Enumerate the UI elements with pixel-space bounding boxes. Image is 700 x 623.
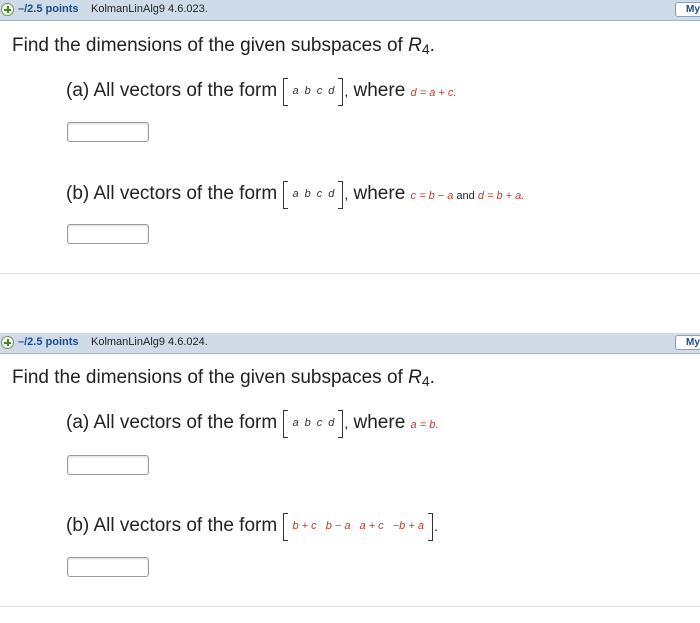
part-a-question: (a) All vectors of the form abcd, where …	[66, 78, 457, 106]
problem-id: KolmanLinAlg9 4.6.024.	[91, 336, 208, 348]
answer-input[interactable]	[67, 224, 149, 244]
answer-input[interactable]	[67, 122, 149, 142]
points-label: –/2.5 points	[18, 3, 79, 15]
part-a-question: (a) All vectors of the form abcd, where …	[66, 410, 439, 438]
my-notes-button[interactable]: My	[675, 335, 700, 350]
row-vector: b + c b − a a + c −b + a	[283, 513, 434, 541]
points-label: –/2.5 points	[18, 336, 79, 348]
row-vector: abcd	[283, 78, 344, 106]
problem-header-bar: –/2.5 points KolmanLinAlg9 4.6.023. My	[0, 0, 700, 21]
divider	[0, 273, 700, 274]
expand-plus-icon[interactable]	[1, 3, 14, 16]
my-notes-button[interactable]: My	[675, 2, 700, 17]
row-vector: abcd	[283, 410, 344, 438]
part-b-question: (b) All vectors of the form abcd, where …	[66, 181, 525, 209]
row-vector: abcd	[283, 181, 344, 209]
condition: a = b.	[410, 419, 439, 431]
part-b-question: (b) All vectors of the form b + c b − a …	[66, 513, 438, 541]
problem-title: Find the dimensions of the given subspac…	[12, 35, 435, 57]
problem-header-bar: –/2.5 points KolmanLinAlg9 4.6.024. My	[0, 333, 700, 354]
condition: d = a + c.	[410, 87, 457, 99]
answer-input[interactable]	[67, 455, 149, 475]
expand-plus-icon[interactable]	[1, 336, 14, 349]
problem-id: KolmanLinAlg9 4.6.023.	[91, 3, 208, 15]
problem-title: Find the dimensions of the given subspac…	[12, 367, 435, 389]
answer-input[interactable]	[67, 557, 149, 577]
divider	[0, 606, 700, 607]
condition: c = b − a and d = b + a.	[410, 190, 525, 202]
